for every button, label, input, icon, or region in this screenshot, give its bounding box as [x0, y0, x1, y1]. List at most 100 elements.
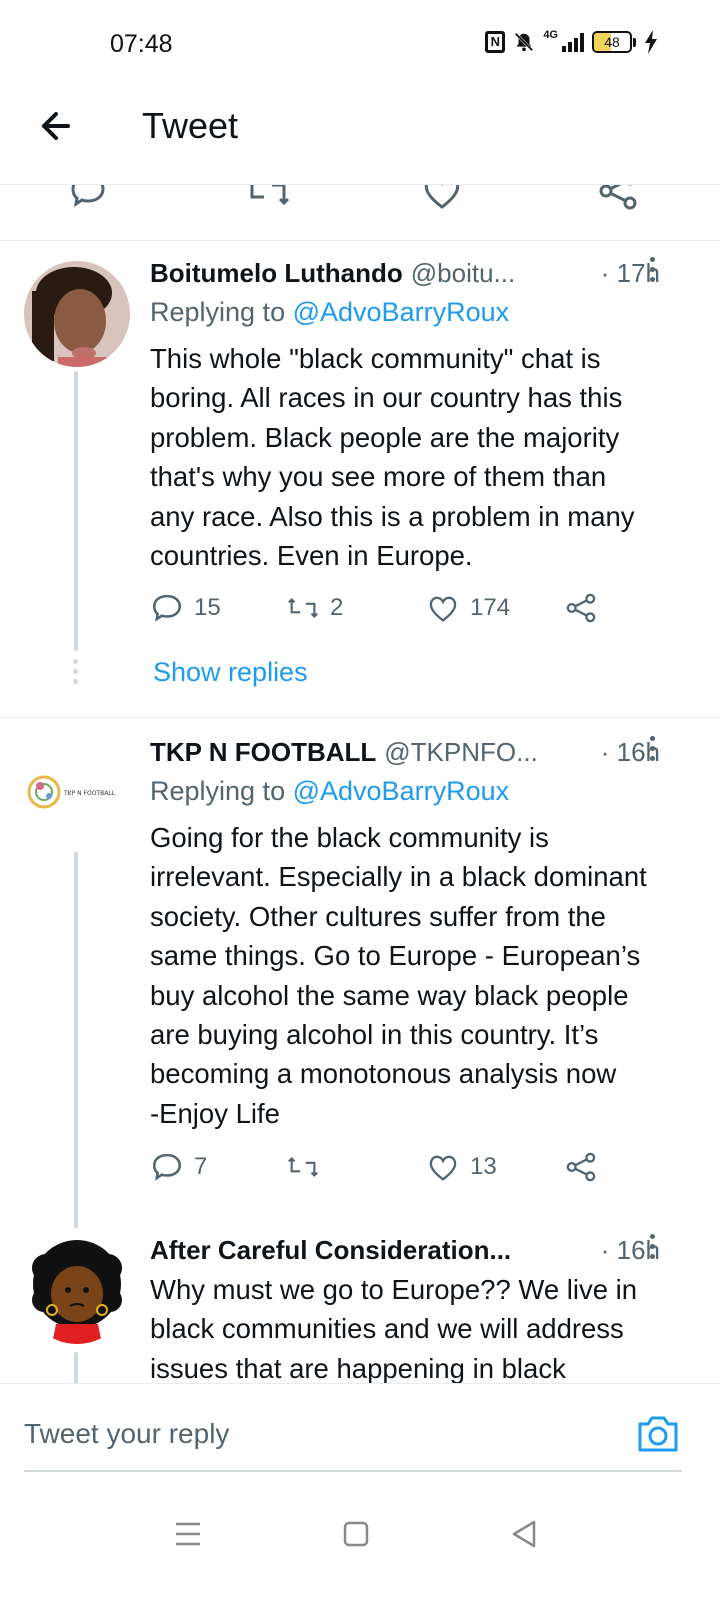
- replying-to: Replying to @AdvoBarryRoux: [150, 297, 509, 328]
- tweet-header: TKP N FOOTBALL @TKPNFO... · 16h: [150, 734, 690, 770]
- more-options-icon[interactable]: [650, 736, 656, 766]
- tweet-header: After Careful Consideration... · 16h: [150, 1232, 690, 1268]
- tweet-text-line: same things. Go to Europe - European’s: [150, 940, 641, 972]
- like-button[interactable]: 174: [426, 591, 510, 625]
- signal-icon: [562, 32, 584, 52]
- share-button[interactable]: [564, 1150, 598, 1184]
- charging-bolt-icon: [645, 30, 657, 54]
- network-type: 4G: [543, 29, 558, 41]
- tweet-text-line: are buying alcohol in this country. It’s: [150, 1019, 599, 1051]
- share-icon: [566, 593, 596, 623]
- reply-icon[interactable]: [68, 185, 108, 211]
- share-icon[interactable]: [596, 185, 640, 211]
- reply-count: 15: [194, 594, 221, 621]
- profile-photo: [24, 261, 130, 367]
- tweet-text-line: irrelevant. Especially in a black domina…: [150, 861, 647, 893]
- back-triangle-icon[interactable]: [506, 1516, 542, 1552]
- tweet-text-line: issues that are happening in black: [150, 1352, 566, 1383]
- tweet-text-line: black communities and we will address: [150, 1313, 624, 1345]
- status-icons: N 4G 48: [485, 29, 658, 54]
- status-bar: 07:48 N 4G 48: [0, 0, 720, 90]
- tweet-text: Going for the black community is irrelev…: [150, 818, 690, 1133]
- tweet-text-line: any race. Also this is a problem in many: [150, 500, 635, 532]
- author-name[interactable]: TKP N FOOTBALL: [150, 737, 376, 768]
- retweet-button[interactable]: [286, 1150, 330, 1184]
- reply-count: 7: [194, 1153, 208, 1180]
- status-time: 07:48: [110, 30, 173, 58]
- main-tweet-actions: [0, 185, 720, 241]
- tweet-text-line: becoming a monotonous analysis now: [150, 1058, 617, 1090]
- reply-icon: [152, 1153, 182, 1181]
- like-count: 174: [470, 594, 511, 621]
- home-square-icon[interactable]: [338, 1516, 374, 1552]
- share-icon: [566, 1152, 596, 1182]
- reply-button[interactable]: 15: [150, 591, 221, 625]
- tweet-text-line: that's why you see more of them than: [150, 461, 607, 493]
- like-icon: [429, 596, 457, 622]
- reply-tweet[interactable]: TKP N FOOTBALL TKP N FOOTBALL @TKPNFO...…: [0, 718, 720, 1228]
- reply-composer: Tweet your reply: [0, 1383, 720, 1473]
- avatar[interactable]: [24, 1238, 130, 1344]
- retweet-count: 2: [330, 594, 344, 621]
- thread-line: [74, 852, 78, 1228]
- tkp-logo: TKP N FOOTBALL: [27, 775, 116, 809]
- tweet-text: This whole "black community" chat is bor…: [150, 339, 690, 575]
- author-name[interactable]: After Careful Consideration...: [150, 1235, 511, 1266]
- author-handle[interactable]: @TKPNFO...: [384, 737, 538, 768]
- retweet-icon[interactable]: [244, 185, 292, 211]
- share-button[interactable]: [564, 591, 598, 625]
- show-replies-link[interactable]: Show replies: [153, 657, 308, 688]
- tweet-text-line: buy alcohol the same way black people: [150, 979, 629, 1011]
- reply-input[interactable]: Tweet your reply: [24, 1418, 229, 1450]
- reply-icon: [152, 594, 182, 622]
- system-nav-bar: [0, 1488, 720, 1600]
- tweet-text-line: problem. Black people are the majority: [150, 421, 620, 453]
- battery-icon: 48: [592, 31, 636, 53]
- cartoon-avatar: [32, 1240, 122, 1344]
- replying-label: Replying to: [150, 297, 286, 327]
- retweet-button[interactable]: 2: [286, 591, 343, 625]
- more-options-icon[interactable]: [650, 257, 656, 287]
- replying-to: Replying to @AdvoBarryRoux: [150, 776, 509, 807]
- camera-icon[interactable]: [636, 1412, 680, 1454]
- author-handle[interactable]: @boitu...: [411, 258, 515, 289]
- tweet-text-line: Why must we go to Europe?? We live in: [150, 1274, 638, 1305]
- tweet-text-line: This whole "black community" chat is: [150, 343, 601, 374]
- input-underline: [24, 1470, 682, 1472]
- tweet-text-line: Going for the black community is: [150, 822, 549, 853]
- tweet-text-line: -Enjoy Life: [150, 1097, 280, 1129]
- like-icon[interactable]: [420, 185, 464, 211]
- thread-line: [74, 371, 78, 651]
- tweet-actions: 15 2 174: [150, 591, 610, 631]
- reply-tweet[interactable]: After Careful Consideration... · 16h Why…: [0, 1228, 720, 1383]
- page-title: Tweet: [142, 105, 239, 146]
- tweet-text-line: boring. All races in our country has thi…: [150, 382, 623, 414]
- mention-link[interactable]: @AdvoBarryRoux: [293, 776, 510, 806]
- svg-text:TKP N FOOTBALL: TKP N FOOTBALL: [63, 790, 116, 797]
- tweet-text-line: countries. Even in Europe.: [150, 540, 473, 572]
- more-options-icon[interactable]: [650, 1234, 656, 1264]
- like-icon: [429, 1155, 457, 1181]
- avatar[interactable]: TKP N FOOTBALL: [24, 738, 130, 844]
- mute-bell-icon: [515, 32, 534, 52]
- thread-dots: [73, 659, 78, 689]
- like-button[interactable]: 13: [426, 1150, 497, 1184]
- replying-label: Replying to: [150, 776, 286, 806]
- avatar[interactable]: [24, 261, 130, 367]
- menu-icon[interactable]: [170, 1516, 206, 1552]
- author-name[interactable]: Boitumelo Luthando: [150, 258, 403, 289]
- mention-link[interactable]: @AdvoBarryRoux: [293, 297, 510, 327]
- tweet-header: Boitumelo Luthando @boitu... · 17h: [150, 255, 690, 291]
- tweet-text: Why must we go to Europe?? We live in bl…: [150, 1270, 690, 1383]
- tweet-text-line: society. Other cultures suffer from the: [150, 900, 606, 932]
- app-header: Tweet: [0, 90, 720, 185]
- retweet-icon: [288, 597, 318, 619]
- reply-button[interactable]: 7: [150, 1150, 207, 1184]
- retweet-icon: [288, 1156, 318, 1178]
- battery-level: 48: [604, 34, 620, 50]
- reply-tweet[interactable]: Boitumelo Luthando @boitu... · 17h Reply…: [0, 241, 720, 717]
- like-count: 13: [470, 1153, 497, 1180]
- tweet-actions: 7 13: [150, 1150, 610, 1190]
- thread-line: [74, 1352, 78, 1383]
- back-arrow-icon[interactable]: [36, 106, 76, 146]
